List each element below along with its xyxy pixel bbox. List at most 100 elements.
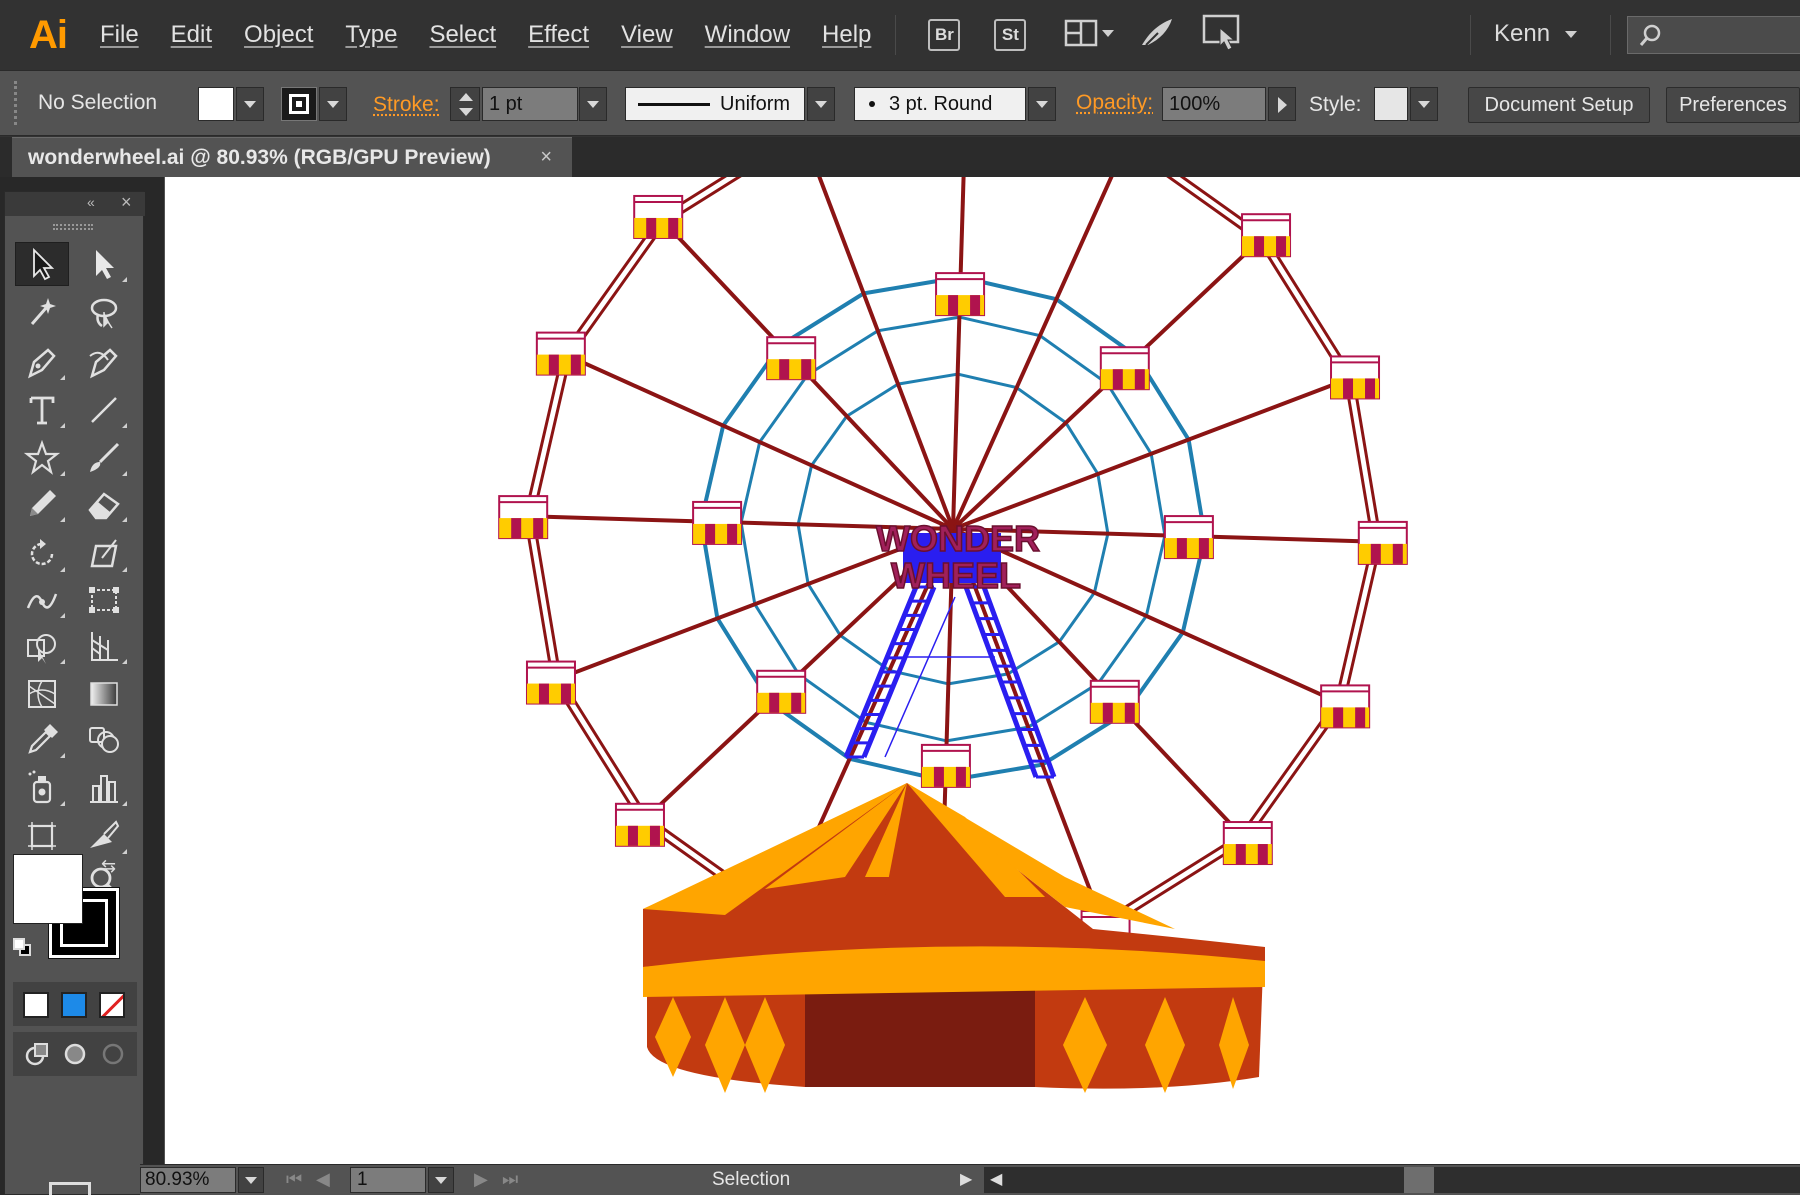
stock-button[interactable]: St (994, 19, 1026, 51)
type-tool[interactable] (15, 388, 69, 432)
graphic-style-dropdown[interactable] (1410, 87, 1438, 121)
brush-dropdown[interactable] (1028, 87, 1056, 121)
rotate-tool[interactable] (15, 532, 69, 576)
lasso-tool[interactable] (77, 290, 131, 334)
shape-builder-tool[interactable] (15, 624, 69, 668)
paintbrush-tool[interactable] (77, 436, 131, 480)
puppet-warp-tool[interactable] (15, 578, 69, 622)
graphic-style-swatch[interactable] (1374, 87, 1408, 121)
screen-mode-icon[interactable] (49, 1182, 91, 1195)
user-name[interactable]: Kenn (1494, 20, 1550, 48)
collapse-icon[interactable]: « (87, 194, 95, 210)
search-input[interactable] (1672, 21, 1792, 49)
status-menu-icon[interactable]: ▶ (960, 1169, 972, 1189)
stroke-weight-field[interactable]: 1 pt (482, 87, 578, 121)
search-box[interactable] (1627, 16, 1800, 54)
previous-artboard-icon[interactable]: ◀ (316, 1169, 330, 1190)
zoom-dropdown[interactable] (238, 1167, 264, 1193)
scrollbar-thumb[interactable] (1404, 1167, 1434, 1193)
menu-help[interactable]: Help (822, 21, 871, 49)
stroke-dropdown[interactable] (319, 87, 347, 121)
curvature-tool[interactable] (77, 340, 131, 384)
horizontal-scrollbar[interactable]: ◀ (984, 1167, 1800, 1193)
arrange-documents-icon[interactable] (1064, 18, 1120, 52)
free-transform-alt-tool[interactable] (77, 578, 131, 622)
stroke-color-swatch[interactable] (281, 87, 317, 121)
artboard-tool[interactable] (15, 814, 69, 858)
profile-dropdown[interactable] (807, 87, 835, 121)
canvas-area[interactable]: WONDER WHEEL (164, 177, 1800, 1164)
first-artboard-icon[interactable]: ⏮ (286, 1169, 302, 1190)
gpu-performance-icon[interactable] (1138, 15, 1178, 56)
column-graph-tool[interactable] (77, 766, 131, 810)
gradient-tool[interactable] (77, 672, 131, 716)
menu-object[interactable]: Object (244, 21, 313, 49)
draw-behind-icon[interactable] (61, 1040, 91, 1068)
none-mode-button[interactable] (99, 992, 125, 1018)
stroke-label[interactable]: Stroke: (373, 93, 440, 117)
slice-tool[interactable] (77, 814, 131, 858)
preferences-button[interactable]: Preferences (1666, 87, 1800, 123)
wonder-wheel-artwork[interactable]: WONDER WHEEL (165, 177, 1800, 1164)
selection-tool[interactable] (15, 242, 69, 286)
close-icon[interactable]: × (540, 146, 552, 169)
swap-colors-icon[interactable]: ⇆ (101, 856, 116, 877)
eraser-tool[interactable] (77, 482, 131, 526)
menu-view[interactable]: View (621, 21, 673, 49)
fill-color-swatch[interactable] (198, 87, 234, 121)
menu-type[interactable]: Type (345, 21, 397, 49)
variable-width-profile[interactable]: Uniform (625, 87, 805, 121)
chevron-down-icon[interactable] (1565, 31, 1577, 38)
menu-edit[interactable]: Edit (171, 21, 212, 49)
bridge-button[interactable]: Br (928, 19, 960, 51)
artboard-number-field[interactable]: 1 (350, 1167, 426, 1193)
zoom-level-field[interactable]: 80.93% (140, 1167, 236, 1193)
pencil-tool[interactable] (15, 482, 69, 526)
status-mode-label: Selection (712, 1169, 790, 1191)
gondola (616, 804, 664, 846)
draw-inside-icon[interactable] (99, 1040, 129, 1068)
artboard[interactable]: WONDER WHEEL (165, 177, 1800, 1164)
draw-normal-icon[interactable] (23, 1040, 53, 1068)
default-colors-icon[interactable] (13, 938, 33, 958)
tools-panel-header[interactable]: « × (5, 192, 145, 216)
menu-select[interactable]: Select (429, 21, 496, 49)
panel-grip[interactable] (14, 81, 20, 125)
menu-file[interactable]: File (100, 21, 139, 49)
stroke-weight-dropdown[interactable] (579, 87, 607, 121)
panel-grip[interactable] (53, 224, 93, 230)
close-panel-icon[interactable]: × (121, 192, 132, 213)
stroke-weight-stepper[interactable] (450, 87, 480, 121)
blend-tool[interactable] (77, 718, 131, 762)
gradient-mode-button[interactable] (61, 992, 87, 1018)
star-tool[interactable] (15, 436, 69, 480)
perspective-grid-tool[interactable] (77, 624, 131, 668)
opacity-label[interactable]: Opacity: (1076, 91, 1153, 115)
direct-selection-tool[interactable] (77, 242, 131, 286)
mesh-tool[interactable] (15, 672, 69, 716)
menu-bar: Ai File Edit Object Type Select Effect V… (0, 0, 1800, 70)
last-artboard-icon[interactable]: ⏭ (502, 1169, 518, 1190)
eyedropper-tool[interactable] (15, 718, 69, 762)
document-tab[interactable]: wonderwheel.ai @ 80.93% (RGB/GPU Preview… (12, 137, 572, 177)
opacity-slider-toggle[interactable] (1268, 87, 1296, 121)
magic-wand-tool[interactable] (15, 290, 69, 334)
free-transform-tool[interactable] (77, 532, 131, 576)
next-artboard-icon[interactable]: ▶ (474, 1169, 488, 1190)
line-segment-tool[interactable] (77, 388, 131, 432)
scroll-left-icon[interactable]: ◀ (990, 1169, 1002, 1189)
menu-effect[interactable]: Effect (528, 21, 589, 49)
gondola-stripe (1199, 538, 1209, 558)
fill-color-box[interactable] (13, 854, 83, 924)
symbol-sprayer-tool[interactable] (15, 766, 69, 810)
pen-tool[interactable] (15, 340, 69, 384)
artboard-dropdown[interactable] (428, 1167, 454, 1193)
gondola-stripe (1103, 703, 1113, 723)
touch-workspace-icon[interactable] (1202, 14, 1244, 57)
opacity-field[interactable]: 100% (1162, 87, 1266, 121)
fill-dropdown[interactable] (236, 87, 264, 121)
color-mode-button[interactable] (23, 992, 49, 1018)
document-setup-button[interactable]: Document Setup (1468, 87, 1650, 123)
menu-window[interactable]: Window (705, 21, 790, 49)
brush-definition[interactable]: 3 pt. Round (854, 87, 1026, 121)
